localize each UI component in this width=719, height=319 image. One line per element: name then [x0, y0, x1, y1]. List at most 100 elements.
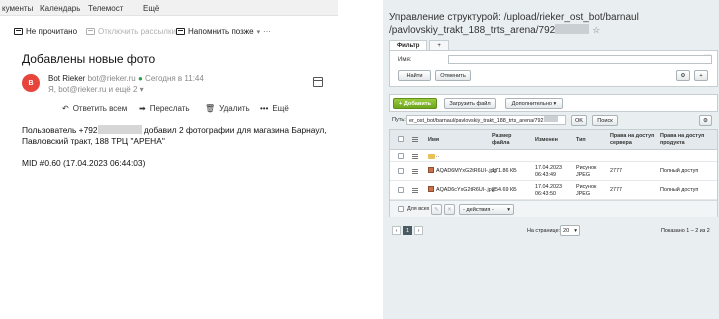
- sender-email[interactable]: bot@rieker.ru: [88, 74, 136, 83]
- file-size: 171.86 КБ: [492, 168, 517, 174]
- file-time: 06:43:50: [535, 191, 556, 197]
- file-name[interactable]: AQAD6cYxG2tR6UI-.jpg: [436, 187, 495, 194]
- col-size[interactable]: Размер файла: [492, 133, 526, 146]
- redacted-path: [543, 116, 558, 122]
- settings-icon[interactable]: ⚙: [699, 115, 712, 126]
- select-all-checkbox[interactable]: [398, 136, 404, 142]
- chevron-down-icon: ▾: [507, 207, 510, 213]
- folder-icon: [428, 154, 435, 159]
- more-actions-button[interactable]: ••• Ещё: [260, 104, 289, 113]
- remind-later-button[interactable]: Напомнить позже ▾: [176, 27, 260, 36]
- avatar[interactable]: B: [22, 74, 40, 92]
- recipients-line[interactable]: Я, bot@rieker.ru и ещё 2 ▾: [48, 85, 144, 94]
- path-input[interactable]: er_ost_bot/barnaul/pavlovskiy_trakt_188_…: [406, 115, 566, 125]
- per-page-select[interactable]: 20 ▾: [560, 225, 580, 236]
- title-line-1: Управление структурой: /upload/rieker_os…: [389, 12, 639, 23]
- path-value: er_ost_bot/barnaul/pavlovskiy_trakt_188_…: [409, 118, 544, 124]
- add-button[interactable]: + Добавить: [393, 98, 437, 109]
- mark-unread-button[interactable]: Не прочитано: [14, 27, 77, 36]
- for-all-checkbox[interactable]: [398, 206, 404, 212]
- toolbar-more-button[interactable]: ⋯: [263, 27, 271, 36]
- image-file-icon: [428, 186, 434, 192]
- menu-icon[interactable]: [412, 188, 418, 193]
- more-dots-icon: •••: [260, 104, 269, 113]
- next-page-button[interactable]: ›: [414, 226, 423, 235]
- top-menu-more[interactable]: Ещё: [143, 4, 159, 13]
- mail-body: Пользователь +792 добавил 2 фотографии д…: [22, 125, 334, 147]
- ok-button[interactable]: OK: [571, 115, 587, 126]
- grid-footer: Для всех ✎ ✕ - действия - ▾: [390, 200, 717, 217]
- col-server-rights[interactable]: Права на доступ сервера: [610, 133, 656, 146]
- product-rights: Полный доступ: [660, 187, 699, 193]
- mail-subject: Добавлены новые фото: [22, 52, 156, 66]
- for-all-label: Для всех: [407, 206, 430, 212]
- row-checkbox[interactable]: [398, 187, 404, 193]
- top-menu-telemost[interactable]: Телемост: [88, 4, 123, 13]
- actions-select-value: - действия -: [463, 207, 494, 213]
- settings-icon[interactable]: ⚙: [676, 70, 690, 81]
- col-product-rights[interactable]: Права на доступ продукта: [660, 133, 712, 146]
- star-icon[interactable]: ☆: [592, 25, 600, 35]
- reply-all-label: Ответить всем: [72, 104, 128, 113]
- calendar-add-icon[interactable]: [313, 77, 323, 87]
- mail-date: Сегодня в 11:44: [145, 74, 204, 83]
- remind-later-label: Напомнить позже: [188, 27, 254, 36]
- search-button[interactable]: Поиск: [592, 115, 618, 126]
- file-name[interactable]: AQAD6MYxG2tR6UI-.jpg: [436, 168, 497, 175]
- server-rights: 2777: [610, 187, 622, 193]
- add-filter-button[interactable]: +: [694, 70, 708, 81]
- prev-page-button[interactable]: ‹: [392, 226, 401, 235]
- cancel-button[interactable]: Отменить: [435, 70, 471, 81]
- sender-name[interactable]: Bot Rieker: [48, 74, 85, 83]
- delete-icon[interactable]: ✕: [444, 204, 455, 215]
- forward-icon: ➡: [139, 104, 146, 113]
- parent-link[interactable]: ..: [436, 153, 439, 160]
- file-format: JPEG: [576, 191, 591, 197]
- image-file-icon: [428, 167, 434, 173]
- per-page-label: На странице:: [527, 228, 561, 234]
- mark-unread-label: Не прочитано: [26, 27, 78, 36]
- menu-icon[interactable]: [412, 169, 418, 174]
- table-row-parent[interactable]: ..: [390, 150, 717, 162]
- server-rights: 2777: [610, 168, 622, 174]
- reply-all-button[interactable]: ↶ Ответить всем: [62, 104, 127, 113]
- delete-label: Удалить: [219, 104, 250, 113]
- filter-body: ▬ Имя: Найти Отменить ⚙ +: [389, 50, 718, 87]
- menu-icon[interactable]: [412, 154, 418, 159]
- menu-icon[interactable]: [412, 137, 418, 142]
- table-row[interactable]: AQAD6cYxG2tR6UI-.jpg 254.69 КБ 17.04.202…: [390, 181, 717, 200]
- upload-file-button[interactable]: Загрузить файл: [444, 98, 496, 109]
- file-format: JPEG: [576, 172, 591, 178]
- edit-icon[interactable]: ✎: [431, 204, 442, 215]
- pagination: ‹ 1 › На странице: 20 ▾ Показано 1 – 2 из…: [389, 224, 718, 238]
- unsubscribe-label: Отключить рассылки: [98, 27, 176, 36]
- name-input[interactable]: [448, 55, 712, 64]
- name-label: Имя:: [398, 57, 412, 63]
- delete-button[interactable]: 🗑 Удалить: [205, 104, 250, 113]
- page-current[interactable]: 1: [403, 226, 412, 235]
- extra-button[interactable]: Дополнительно ▾: [505, 98, 563, 109]
- per-page-value: 20: [563, 228, 570, 234]
- more-actions-label: Ещё: [272, 104, 289, 113]
- table-row[interactable]: AQAD6MYxG2tR6UI-.jpg 171.86 КБ 17.04.202…: [390, 162, 717, 181]
- actions-select[interactable]: - действия - ▾: [459, 204, 514, 215]
- envelope-icon: [14, 28, 23, 35]
- unsubscribe-icon: [86, 28, 95, 35]
- chevron-down-icon: ▾: [553, 101, 557, 107]
- find-button[interactable]: Найти: [398, 70, 431, 81]
- file-type: Рисунок: [576, 184, 597, 190]
- col-modified[interactable]: Изменен: [535, 137, 558, 144]
- mail-toolbar: Не прочитано Отключить рассылки Напомнит…: [0, 24, 338, 42]
- unsubscribe-button[interactable]: Отключить рассылки: [86, 27, 176, 36]
- forward-button[interactable]: ➡ Переслать: [139, 104, 190, 113]
- page-title: Управление структурой: /upload/rieker_os…: [389, 12, 709, 37]
- top-menu-calendar[interactable]: Календарь: [40, 4, 80, 13]
- col-name[interactable]: Имя: [428, 137, 439, 144]
- row-checkbox[interactable]: [398, 168, 404, 174]
- forward-label: Переслать: [149, 104, 190, 113]
- file-grid: Имя Размер файла Изменен Тип Права на до…: [389, 129, 718, 217]
- top-menu-documents[interactable]: кументы: [2, 4, 33, 13]
- col-type[interactable]: Тип: [576, 137, 586, 144]
- row-checkbox[interactable]: [398, 153, 404, 159]
- file-size: 254.69 КБ: [492, 187, 517, 193]
